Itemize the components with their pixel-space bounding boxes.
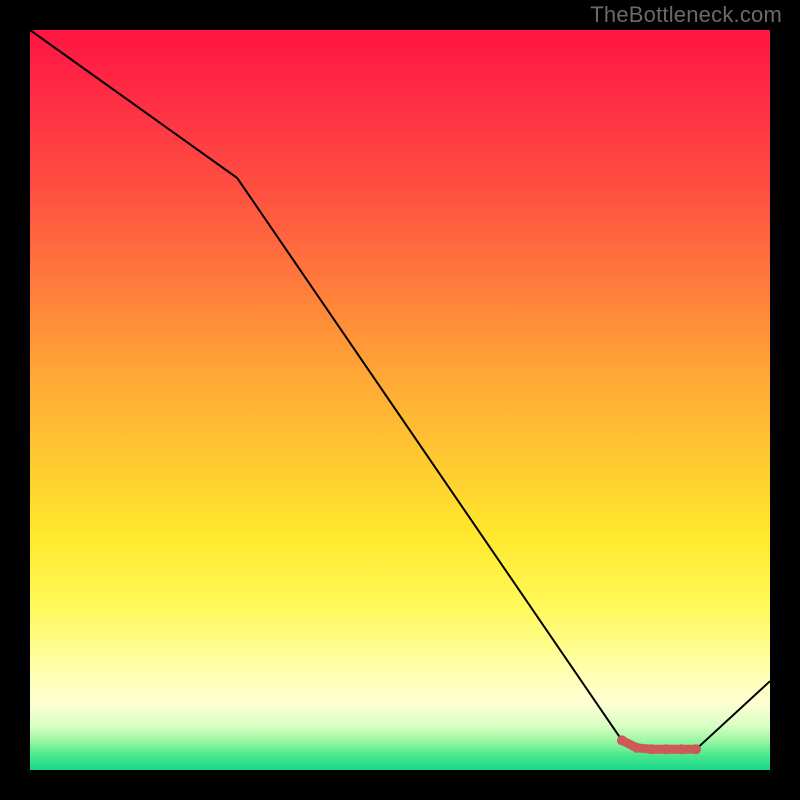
series-bottleneck-curve xyxy=(30,30,770,749)
attribution-text: TheBottleneck.com xyxy=(590,2,782,28)
plot-area xyxy=(30,30,770,770)
highlight-marker xyxy=(661,744,671,754)
plot-overlay xyxy=(30,30,770,770)
highlight-marker xyxy=(647,744,657,754)
highlight-marker xyxy=(617,735,627,745)
highlight-marker xyxy=(691,744,701,754)
chart-frame: TheBottleneck.com xyxy=(0,0,800,800)
highlight-marker xyxy=(676,744,686,754)
highlight-marker xyxy=(632,743,642,753)
